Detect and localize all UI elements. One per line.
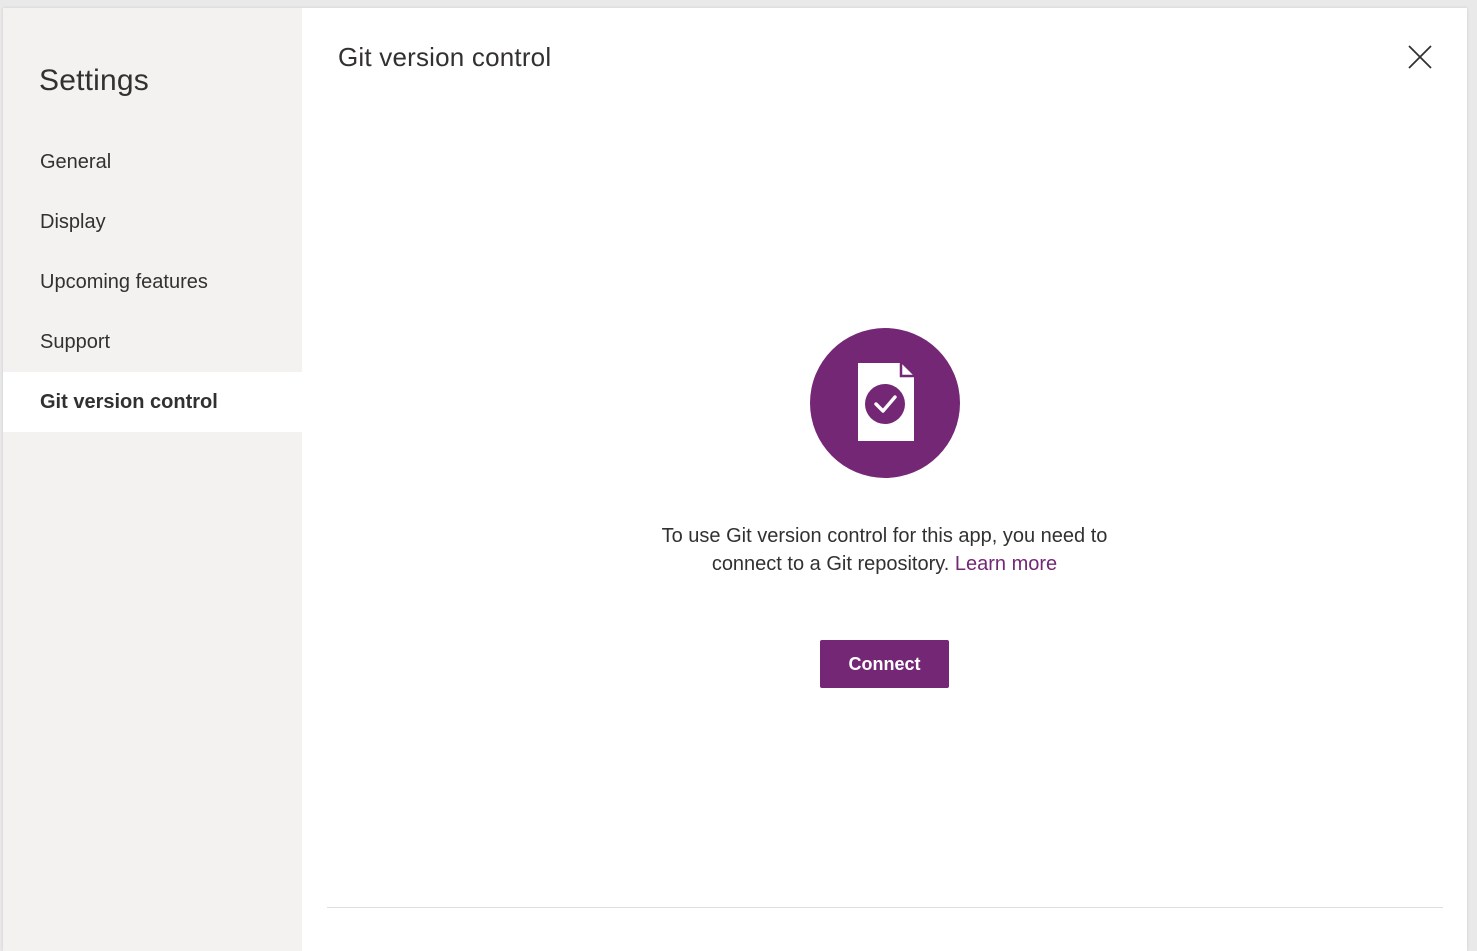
connect-button[interactable]: Connect (820, 640, 949, 688)
settings-nav: General Display Upcoming features Suppor… (3, 132, 302, 432)
learn-more-link[interactable]: Learn more (955, 553, 1057, 575)
page-title: Git version control (338, 42, 552, 72)
sidebar-item-upcoming-features[interactable]: Upcoming features (3, 252, 302, 312)
settings-title: Settings (39, 64, 149, 97)
sidebar-item-git-version-control[interactable]: Git version control (3, 372, 302, 432)
footer-divider (327, 907, 1443, 908)
settings-sidebar: Settings General Display Upcoming featur… (3, 8, 302, 951)
close-icon (1408, 45, 1432, 69)
git-version-control-panel: Git version control To use Git version c… (302, 8, 1467, 951)
sidebar-item-support[interactable]: Support (3, 312, 302, 372)
close-button[interactable] (1405, 42, 1435, 72)
document-check-icon (809, 328, 960, 478)
empty-state: To use Git version control for this app,… (302, 328, 1467, 688)
sidebar-item-general[interactable]: General (3, 132, 302, 192)
settings-dialog: Settings General Display Upcoming featur… (3, 8, 1467, 951)
sidebar-item-display[interactable]: Display (3, 192, 302, 252)
connect-description: To use Git version control for this app,… (625, 522, 1145, 578)
